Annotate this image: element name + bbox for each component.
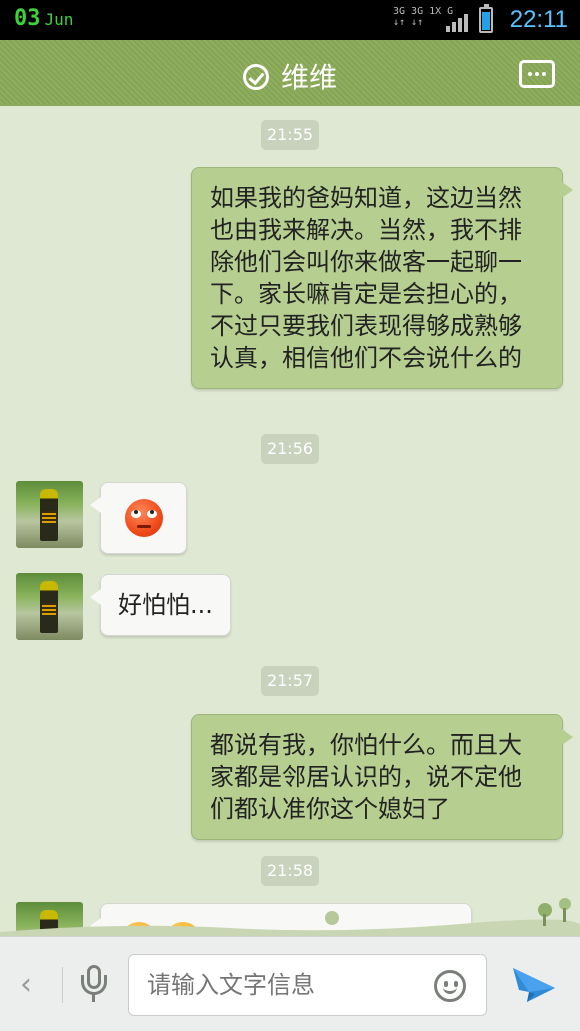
verified-check-icon bbox=[242, 64, 269, 90]
sent-message-bubble[interactable]: 都说有我，你怕什么。而且大家都是邻居认识的，说不定他们都认准你这个媳妇了 bbox=[191, 714, 573, 840]
received-message-bubble[interactable] bbox=[90, 482, 187, 554]
battery-icon bbox=[479, 4, 493, 33]
message-timestamp: 21:57 bbox=[261, 666, 319, 696]
received-message-bubble[interactable]: 好怕怕... bbox=[90, 574, 231, 636]
landscape-decoration bbox=[0, 898, 580, 936]
message-timestamp: 21:56 bbox=[261, 434, 319, 464]
message-timestamp: 21:55 bbox=[261, 120, 319, 150]
status-bar: 03 Jun 3G 3G 1X G ↓↑ ↓↑ 22:11 bbox=[0, 0, 580, 40]
contact-avatar[interactable] bbox=[16, 481, 83, 548]
chat-header: 维维 bbox=[0, 40, 580, 112]
emoji-picker-icon[interactable] bbox=[434, 970, 466, 1002]
rolling-eyes-emoji-icon bbox=[125, 499, 163, 537]
chat-title: 维维 bbox=[280, 61, 337, 94]
battery-level bbox=[482, 12, 490, 30]
more-options-button[interactable] bbox=[519, 60, 555, 88]
status-day: 03 bbox=[14, 6, 41, 31]
status-month: Jun bbox=[44, 10, 74, 29]
sent-message-text: 都说有我，你怕什么。而且大家都是邻居认识的，说不定他们都认准你这个媳妇了 bbox=[210, 731, 522, 823]
network-activity-label: ↓↑ ↓↑ bbox=[393, 17, 424, 28]
sent-message-bubble[interactable]: 如果我的爸妈知道，这边当然也由我来解决。当然，我不排除他们会叫你来做客一起聊一下… bbox=[191, 167, 573, 389]
message-input-bar: ‹ bbox=[0, 936, 580, 1031]
chevron-left-icon[interactable]: ‹ bbox=[20, 967, 32, 1002]
microphone-icon[interactable] bbox=[80, 965, 108, 1003]
chat-message-list[interactable]: 21:55 如果我的爸妈知道，这边当然也由我来解决。当然，我不排除他们会叫你来做… bbox=[0, 106, 580, 936]
divider bbox=[62, 967, 63, 1003]
received-message-text: 好怕怕... bbox=[118, 591, 213, 619]
message-timestamp: 21:58 bbox=[261, 856, 319, 886]
sent-message-text: 如果我的爸妈知道，这边当然也由我来解决。当然，我不排除他们会叫你来做客一起聊一下… bbox=[210, 184, 522, 372]
chat-title-wrap[interactable]: 维维 bbox=[0, 56, 580, 96]
send-icon[interactable] bbox=[511, 962, 557, 1008]
signal-icon bbox=[446, 12, 468, 32]
contact-avatar[interactable] bbox=[16, 573, 83, 640]
status-date: 03 Jun bbox=[14, 6, 73, 31]
status-time: 22:11 bbox=[509, 6, 568, 33]
network-type-label: 3G 3G 1X G bbox=[393, 6, 454, 17]
network-type-icon: 3G 3G 1X G ↓↑ ↓↑ bbox=[393, 6, 453, 28]
